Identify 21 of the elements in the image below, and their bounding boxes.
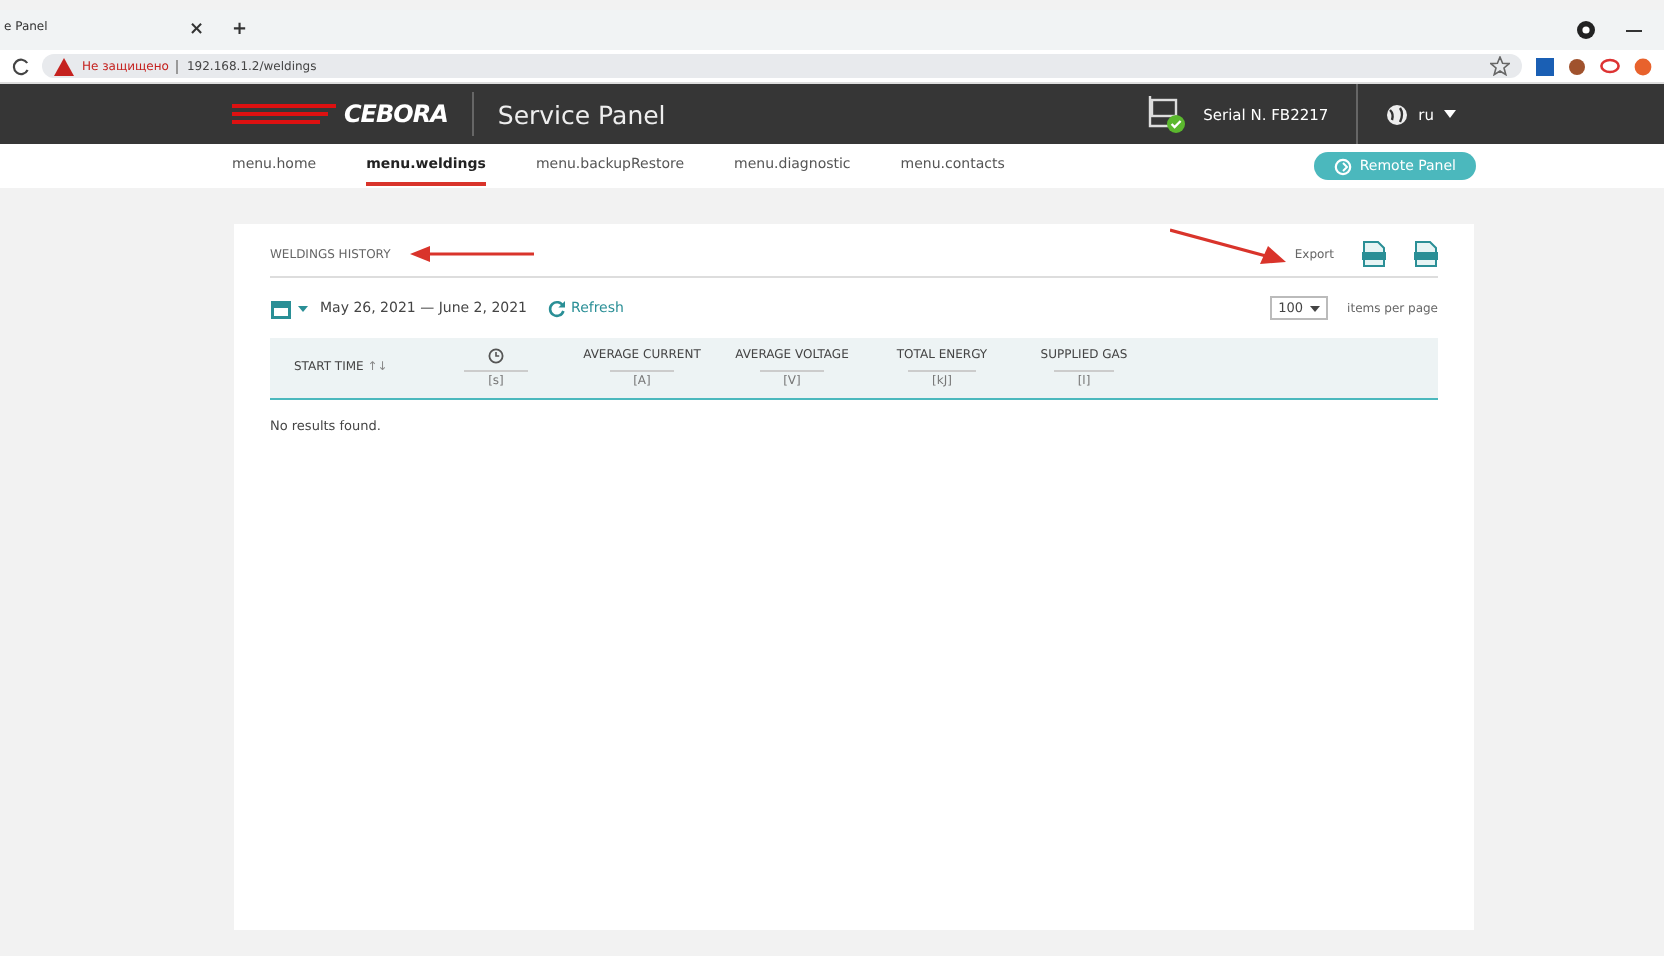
machine-connected-icon xyxy=(1143,94,1188,134)
arrow-drawing xyxy=(1170,226,1287,266)
new-tab-button[interactable]: + xyxy=(232,20,248,40)
refresh-icon xyxy=(547,299,566,317)
caret-icon xyxy=(1444,110,1456,118)
reload-icon[interactable] xyxy=(12,57,30,75)
globe-icon xyxy=(1386,103,1409,125)
file-export-icon[interactable] xyxy=(1362,240,1386,268)
brand-logo: CEBORA xyxy=(344,100,448,128)
file-export-icon[interactable] xyxy=(1414,240,1438,268)
caret-icon xyxy=(1309,305,1320,311)
star-icon[interactable] xyxy=(1490,56,1510,76)
clock-icon xyxy=(488,348,504,364)
caret-icon xyxy=(298,305,308,311)
tab-close-button[interactable]: × xyxy=(188,20,204,40)
app-title: Service Panel xyxy=(497,99,666,129)
stripes-logo-icon xyxy=(232,102,336,126)
calendar-icon xyxy=(270,297,292,319)
warning-icon xyxy=(54,57,74,75)
date-picker-button[interactable] xyxy=(270,297,308,319)
arrow-drawing xyxy=(410,246,535,262)
